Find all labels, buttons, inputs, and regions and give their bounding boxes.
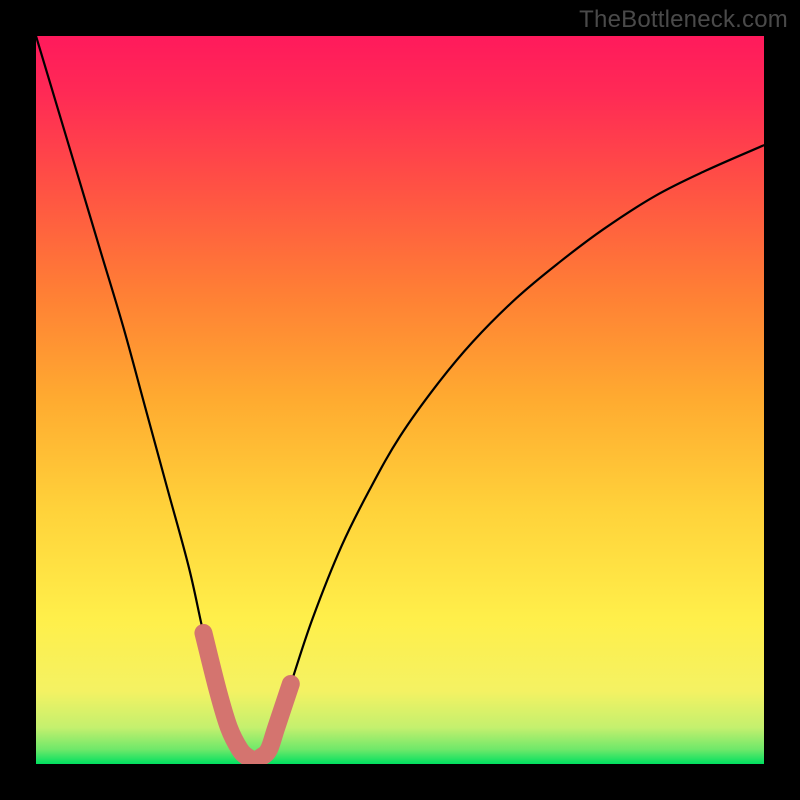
chart-frame: TheBottleneck.com [0, 0, 800, 800]
background-gradient [36, 36, 764, 764]
plot-area [36, 36, 764, 764]
watermark-text: TheBottleneck.com [579, 6, 788, 34]
